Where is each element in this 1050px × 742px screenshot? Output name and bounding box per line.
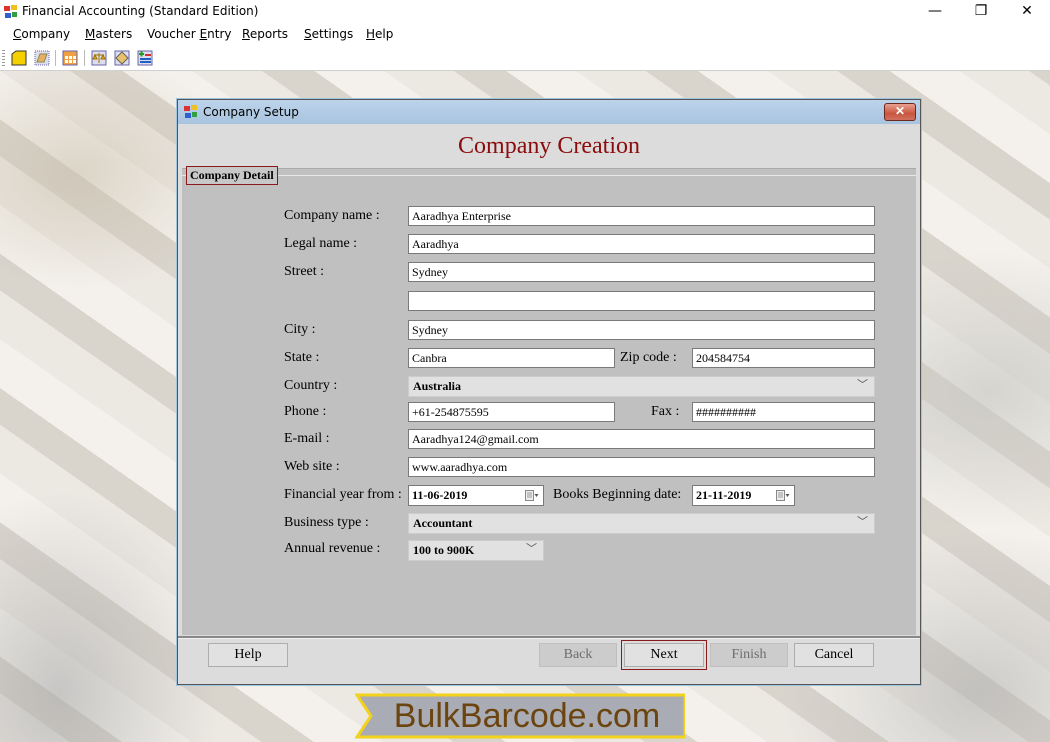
street-line1-input[interactable]: Sydney (408, 262, 875, 282)
close-button[interactable]: ✕ (1004, 0, 1050, 24)
email-input[interactable]: Aaradhya124@gmail.com (408, 429, 875, 449)
maximize-button[interactable]: ❐ (958, 0, 1004, 24)
toolbar (0, 46, 1050, 71)
help-button[interactable]: Help (208, 643, 288, 667)
phone-label: Phone : (284, 404, 327, 419)
chevron-down-icon: ﹀ (857, 379, 868, 391)
menu-voucher-entry[interactable]: Voucher Entry (147, 27, 232, 41)
books-beginning-datepicker[interactable]: 21-11-2019 (692, 485, 795, 506)
new-company-icon[interactable] (11, 50, 27, 66)
business-type-label: Business type : (284, 515, 369, 530)
calendar-dropdown-icon[interactable] (776, 490, 790, 502)
menu-reports[interactable]: Reports (242, 27, 288, 41)
finish-button[interactable]: Finish (710, 643, 788, 667)
menu-help[interactable]: Help (366, 27, 393, 41)
financial-year-from-label: Financial year from : (284, 487, 402, 502)
app-logo-icon (4, 5, 17, 18)
footer-divider (178, 636, 920, 639)
books-beginning-date-label: Books Beginning date: (553, 487, 682, 502)
legal-name-input[interactable]: Aaradhya (408, 234, 875, 254)
ledger-icon[interactable] (114, 50, 130, 66)
menu-masters[interactable]: Masters (85, 27, 132, 41)
dialog-title: Company Setup (203, 105, 299, 119)
books-beginning-value: 21-11-2019 (696, 488, 752, 502)
company-setup-dialog: Company Setup ✕ Company Creation Company… (177, 99, 921, 685)
annual-revenue-label: Annual revenue : (284, 541, 381, 556)
zip-code-input[interactable]: 204584754 (692, 348, 875, 368)
company-name-input[interactable]: Aaradhya Enterprise (408, 206, 875, 226)
menubar: Company Masters Voucher Entry Reports Se… (0, 24, 1050, 46)
chevron-down-icon: ﹀ (857, 516, 868, 528)
window-title: Financial Accounting (Standard Edition) (22, 4, 259, 18)
add-entry-icon[interactable] (137, 50, 153, 66)
next-button[interactable]: Next (621, 640, 707, 670)
street-label: Street : (284, 264, 325, 279)
fax-input[interactable]: ########## (692, 402, 875, 422)
city-label: City : (284, 322, 316, 337)
phone-input[interactable]: +61-254875595 (408, 402, 615, 422)
menu-settings[interactable]: Settings (304, 27, 353, 41)
chevron-down-icon: ﹀ (526, 543, 537, 555)
toolbar-grip[interactable] (2, 50, 5, 66)
financial-year-from-value: 11-06-2019 (412, 488, 468, 502)
country-label: Country : (284, 378, 338, 393)
annual-revenue-value: 100 to 900K (413, 543, 475, 557)
legal-name-label: Legal name : (284, 236, 358, 251)
fax-label: Fax : (651, 404, 680, 419)
dialog-heading: Company Creation (458, 133, 640, 159)
company-name-label: Company name : (284, 208, 380, 223)
toolbar-separator (55, 50, 56, 66)
financial-year-from-datepicker[interactable]: 11-06-2019 (408, 485, 544, 506)
website-label: Web site : (284, 459, 340, 474)
back-button[interactable]: Back (539, 643, 617, 667)
street-line2-input[interactable] (408, 291, 875, 311)
dialog-close-button[interactable]: ✕ (884, 103, 916, 121)
state-input[interactable]: Canbra (408, 348, 615, 368)
email-label: E-mail : (284, 431, 330, 446)
country-select[interactable]: Australia ﹀ (408, 376, 875, 397)
panel-divider (182, 175, 916, 176)
window-titlebar: Financial Accounting (Standard Edition) … (0, 0, 1050, 24)
city-input[interactable]: Sydney (408, 320, 875, 340)
business-type-value: Accountant (413, 516, 473, 530)
minimize-button[interactable]: — (912, 0, 958, 24)
dialog-titlebar[interactable]: Company Setup ✕ (178, 100, 920, 124)
website-input[interactable]: www.aaradhya.com (408, 457, 875, 477)
banner-text: BulkBarcode.com (393, 697, 661, 735)
state-label: State : (284, 350, 320, 365)
annual-revenue-select[interactable]: 100 to 900K ﹀ (408, 540, 544, 561)
watermark-banner: BulkBarcode.com (355, 693, 685, 739)
balance-scale-icon[interactable] (91, 50, 107, 66)
business-type-select[interactable]: Accountant ﹀ (408, 513, 875, 534)
group-label: Company Detail (186, 166, 278, 185)
open-company-icon[interactable] (34, 50, 50, 66)
menu-company[interactable]: Company (13, 27, 70, 41)
cancel-button[interactable]: Cancel (794, 643, 874, 667)
calendar-dropdown-icon[interactable] (525, 490, 539, 502)
country-value: Australia (413, 379, 461, 393)
zip-code-label: Zip code : (620, 350, 677, 365)
toolbar-separator (84, 50, 85, 66)
calculator-icon[interactable] (62, 50, 78, 66)
app-logo-icon (184, 105, 197, 118)
